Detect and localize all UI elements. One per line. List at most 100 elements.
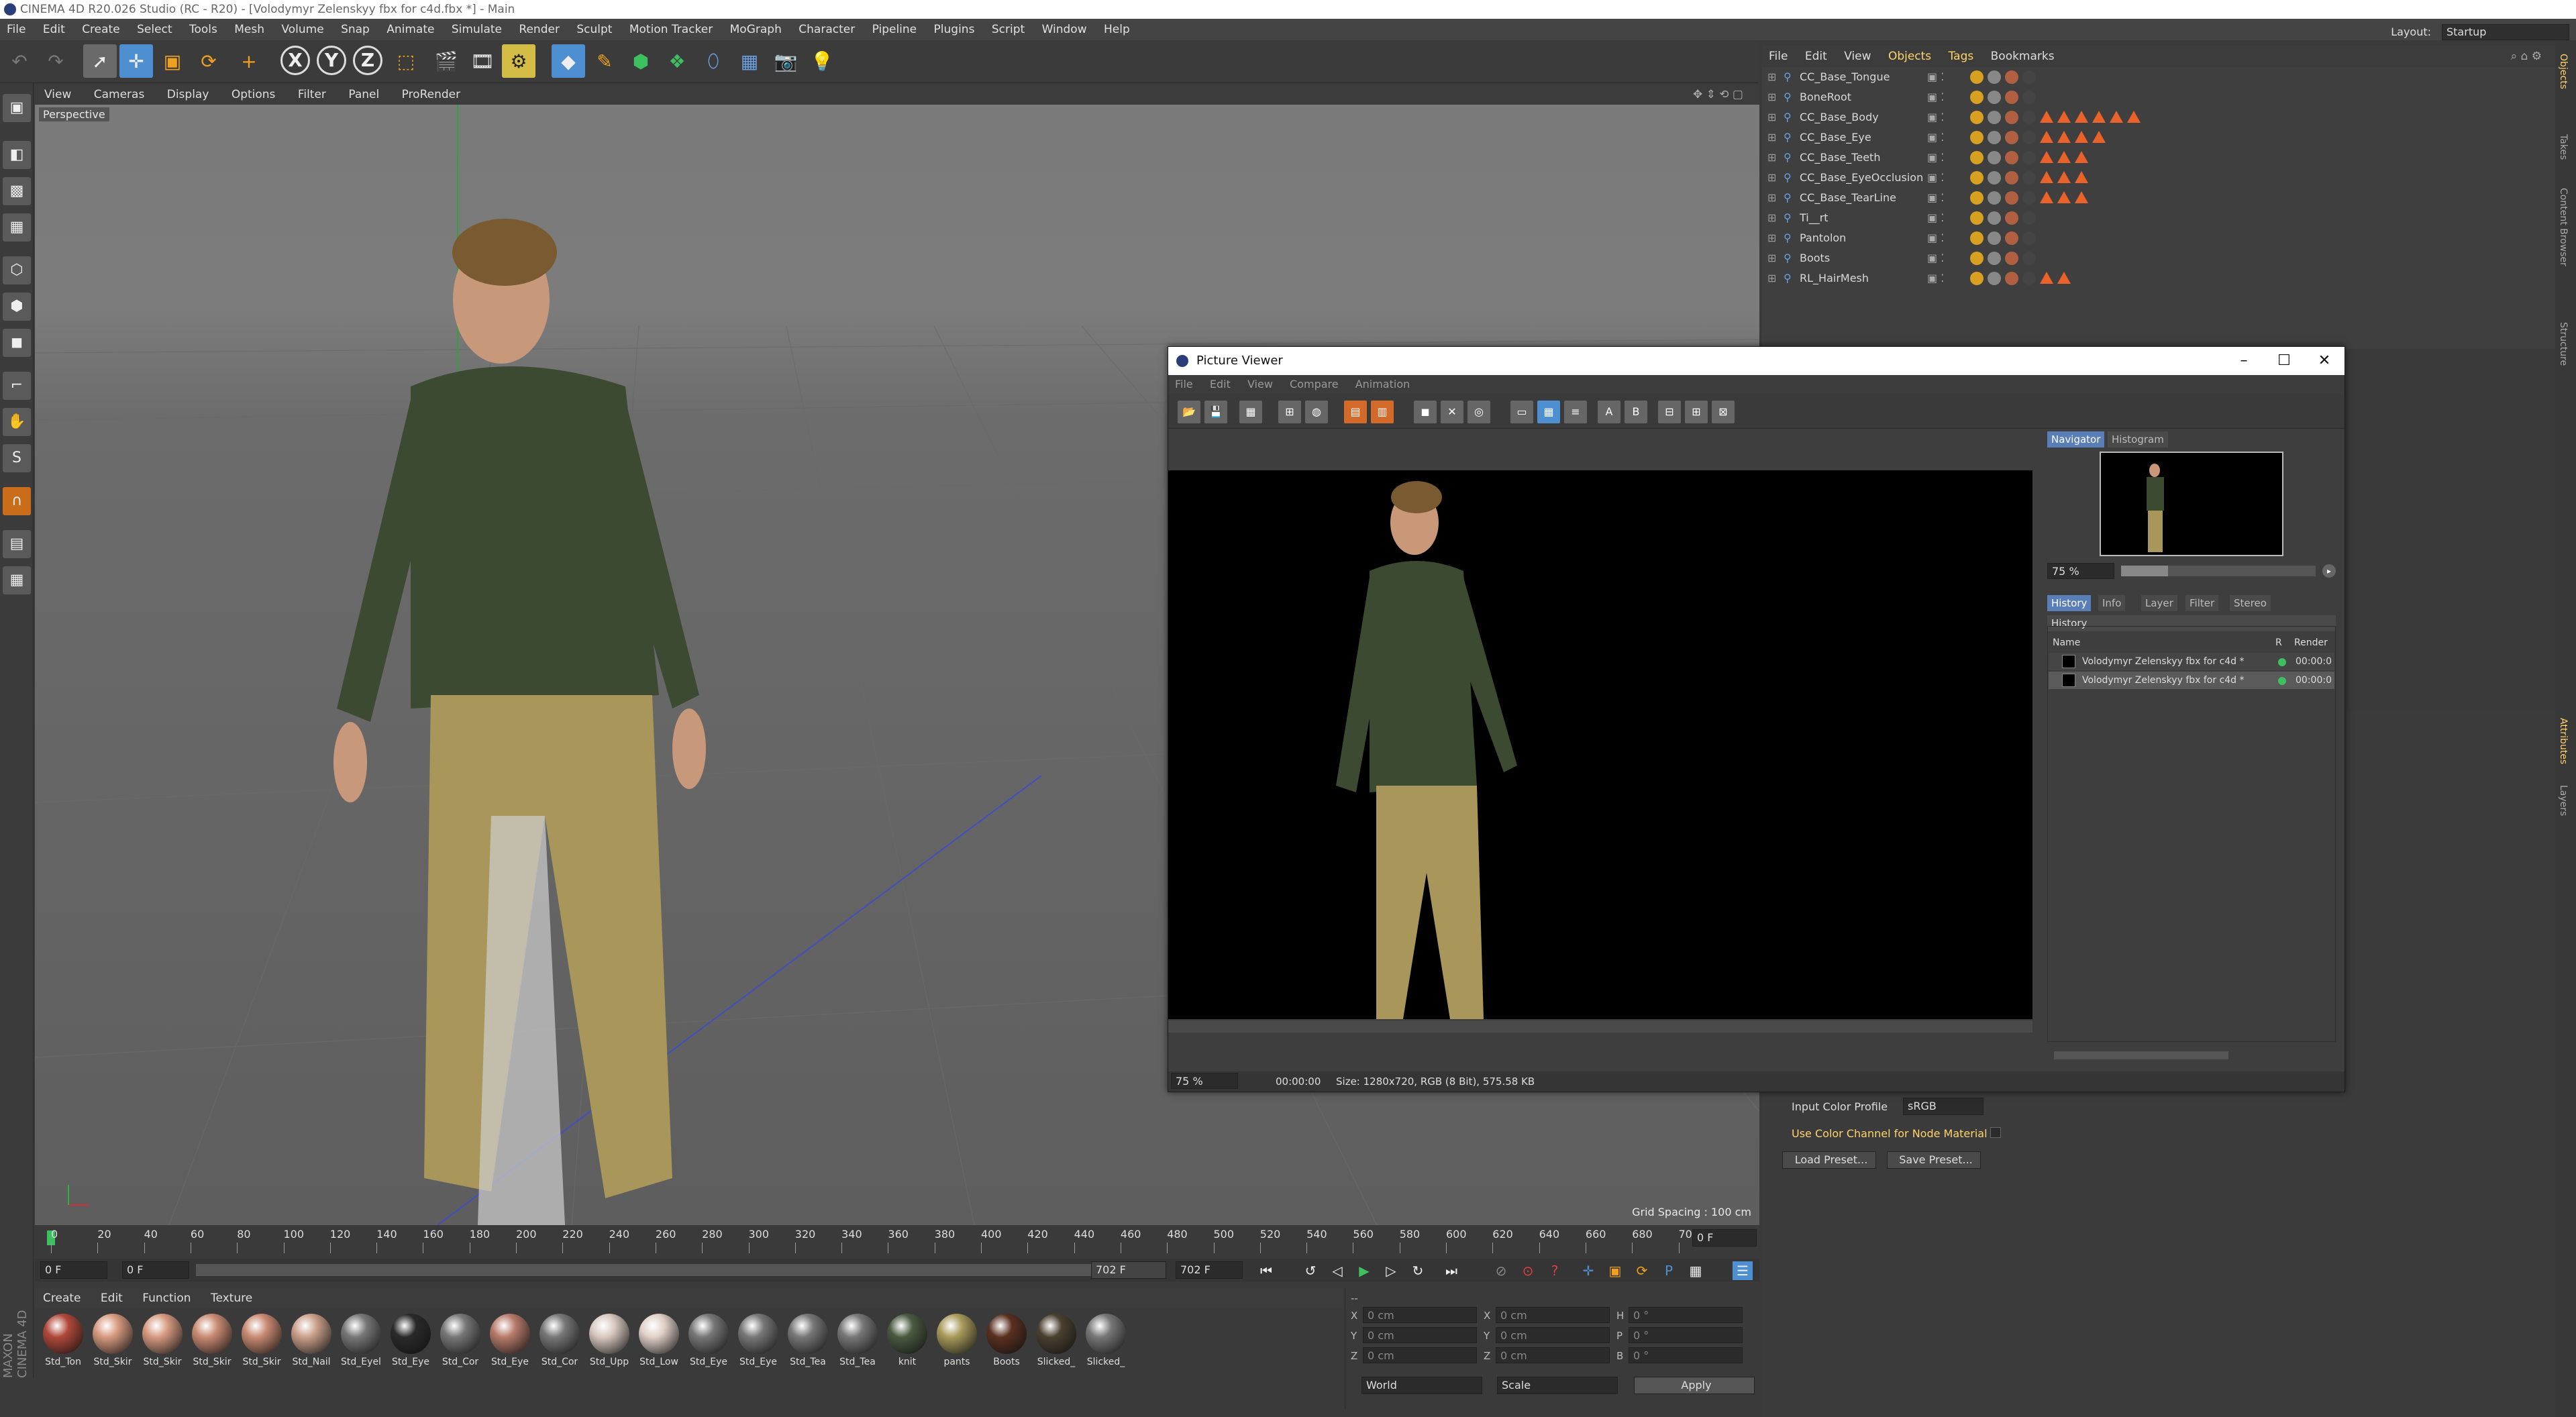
material-tag-icon[interactable] xyxy=(2005,211,2018,225)
navigator-zoom-field[interactable]: 75 % xyxy=(2047,563,2114,579)
selection-tag-icon[interactable] xyxy=(2057,191,2071,203)
menu-select[interactable]: Select xyxy=(137,19,172,40)
fullscreen-icon[interactable]: ▦ xyxy=(1239,401,1262,423)
material-item[interactable]: Std_Tea xyxy=(835,1311,880,1367)
material-tag-icon[interactable] xyxy=(1988,171,2001,185)
material-tag-icon[interactable] xyxy=(1970,131,1983,144)
minimize-icon[interactable]: – xyxy=(2224,347,2264,375)
copy-icon[interactable]: ▤ xyxy=(1344,401,1367,423)
side-tab-layers[interactable]: Layers xyxy=(2558,785,2569,816)
selection-tag-icon[interactable] xyxy=(2110,111,2123,123)
navigator-options-icon[interactable]: ▸ xyxy=(2322,564,2336,578)
coord-space-dropdown[interactable]: World xyxy=(1361,1377,1482,1394)
side-tab-takes[interactable]: Takes xyxy=(2558,134,2569,160)
blue-channel-icon[interactable]: B xyxy=(1625,401,1647,423)
menu-window[interactable]: Window xyxy=(1042,19,1087,40)
snap-icon[interactable]: S xyxy=(3,444,31,472)
spline-pen-icon[interactable]: ✎ xyxy=(588,44,621,78)
material-tag-icon[interactable] xyxy=(2005,91,2018,104)
go-to-start-icon[interactable]: ⏮ xyxy=(1256,1261,1276,1280)
character-model[interactable] xyxy=(333,219,706,1225)
key-parameter-icon[interactable]: P xyxy=(1659,1261,1679,1280)
object-name[interactable]: CC_Base_Teeth xyxy=(1800,148,1880,168)
material-tag-icon[interactable] xyxy=(1988,70,2001,84)
workplane-icon[interactable]: ▦ xyxy=(3,213,31,242)
material-tag-icon[interactable] xyxy=(2022,131,2036,144)
status-zoom-field[interactable]: 75 % xyxy=(1171,1073,1238,1089)
material-tag-icon[interactable] xyxy=(2022,191,2036,205)
material-tag-icon[interactable] xyxy=(1970,70,1983,84)
cube-primitive-icon[interactable]: ◆ xyxy=(552,44,585,78)
current-frame-field[interactable]: 0 F xyxy=(40,1261,107,1279)
visibility-toggle[interactable]: ▣ ⁚ xyxy=(1927,208,1944,228)
material-tag-icon[interactable] xyxy=(1988,252,2001,265)
material-tag-icon[interactable] xyxy=(2022,231,2036,245)
pv-horizontal-scrollbar[interactable] xyxy=(1168,1020,2032,1033)
key-scale-icon[interactable]: ▣ xyxy=(1605,1261,1625,1280)
last-tool-icon[interactable]: + xyxy=(232,44,266,78)
material-tag-icon[interactable] xyxy=(2005,171,2018,185)
pv-menu-view[interactable]: View xyxy=(1247,375,1273,394)
side-tab-structure[interactable]: Structure xyxy=(2558,322,2569,366)
object-row[interactable]: ⊞ ⚲ RL_HairMesh ▣ ⁚ xyxy=(1762,268,2555,288)
timeline-ruler[interactable]: 0 20 40 60 80 100 120 140 160 180 200 220 240 260 280 3… xyxy=(35,1225,1759,1259)
coord-value-field[interactable]: 0 ° xyxy=(1629,1347,1743,1363)
object-name[interactable]: Pantolon xyxy=(1800,228,1846,248)
axis-z-toggle[interactable]: Z xyxy=(353,46,382,75)
channel-view-icon[interactable]: ≡ xyxy=(1564,401,1587,423)
single-view-icon[interactable]: ▭ xyxy=(1510,401,1533,423)
red-channel-icon[interactable]: A xyxy=(1598,401,1620,423)
coord-value-field[interactable]: 0 cm xyxy=(1496,1347,1610,1363)
save-file-icon[interactable]: 💾 xyxy=(1204,401,1227,423)
material-tag-icon[interactable] xyxy=(1988,231,2001,245)
object-row[interactable]: ⊞ ⚲ CC_Base_EyeOcclusion ▣ ⁚ xyxy=(1762,168,2555,188)
material-item[interactable]: Std_Cor xyxy=(437,1311,483,1367)
viewport-menu-cameras[interactable]: Cameras xyxy=(94,85,145,105)
object-name[interactable]: CC_Base_TearLine xyxy=(1800,188,1896,208)
object-row[interactable]: ⊞ ⚲ CC_Base_Teeth ▣ ⁚ xyxy=(1762,148,2555,168)
visibility-toggle[interactable]: ▣ ⁚ xyxy=(1927,168,1944,188)
visibility-toggle[interactable]: ▣ ⁚ xyxy=(1927,127,1944,148)
pv-menu-file[interactable]: File xyxy=(1175,375,1193,394)
material-item[interactable]: Std_Ton xyxy=(40,1311,86,1367)
split-view-icon[interactable]: ⊟ xyxy=(1658,401,1681,423)
menu-help[interactable]: Help xyxy=(1104,19,1130,40)
selection-tag-icon[interactable] xyxy=(2057,171,2071,183)
expand-icon[interactable]: ⊞ xyxy=(1767,148,1776,168)
material-tag-icon[interactable] xyxy=(1988,151,2001,164)
material-tag-icon[interactable] xyxy=(2022,272,2036,285)
object-name[interactable]: CC_Base_Tongue xyxy=(1800,67,1890,87)
material-tag-icon[interactable] xyxy=(1970,272,1983,285)
edges-mode-icon[interactable]: ⬢ xyxy=(3,293,31,321)
visibility-toggle[interactable]: ▣ ⁚ xyxy=(1927,148,1944,168)
visibility-toggle[interactable]: ▣ ⁚ xyxy=(1927,268,1944,288)
menu-volume[interactable]: Volume xyxy=(281,19,323,40)
material-tag-icon[interactable] xyxy=(2022,171,2036,185)
material-tag-icon[interactable] xyxy=(1970,91,1983,104)
obj-manager-search-icon[interactable]: ⌕ ⌂ ⚙ xyxy=(2511,46,2542,67)
menu-character[interactable]: Character xyxy=(798,19,855,40)
material-tag-icon[interactable] xyxy=(1970,252,1983,265)
material-tag-icon[interactable] xyxy=(1970,171,1983,185)
material-menu-edit[interactable]: Edit xyxy=(101,1288,123,1308)
record-keys-icon[interactable]: ⊘ xyxy=(1491,1261,1511,1280)
material-tag-icon[interactable] xyxy=(1988,111,2001,124)
save-preset-button[interactable]: Save Preset... xyxy=(1887,1151,1981,1169)
visibility-toggle[interactable]: ▣ ⁚ xyxy=(1927,188,1944,208)
material-item[interactable]: Std_Eye xyxy=(487,1311,533,1367)
selection-tag-icon[interactable] xyxy=(2075,131,2088,143)
obj-menu-objects[interactable]: Objects xyxy=(1888,46,1931,67)
material-tag-icon[interactable] xyxy=(2005,111,2018,124)
material-item[interactable]: Std_Tea xyxy=(785,1311,831,1367)
visibility-toggle[interactable]: ▣ ⁚ xyxy=(1927,248,1944,268)
tab-histogram[interactable]: Histogram xyxy=(2108,431,2168,448)
grid-view-icon[interactable]: ▦ xyxy=(1537,401,1560,423)
render-to-picture-viewer-icon[interactable]: 🎞 xyxy=(466,44,499,78)
stop-render-icon[interactable]: ◼ xyxy=(1414,401,1437,423)
ab-compare-icon[interactable]: ⊞ xyxy=(1278,401,1301,423)
material-item[interactable]: Std_Skir xyxy=(90,1311,136,1367)
cloner-icon[interactable]: ❖ xyxy=(660,44,694,78)
material-tag-icon[interactable] xyxy=(2005,231,2018,245)
workplane-lock-icon[interactable]: ▤ xyxy=(3,530,31,558)
open-file-icon[interactable]: 📂 xyxy=(1178,401,1200,423)
